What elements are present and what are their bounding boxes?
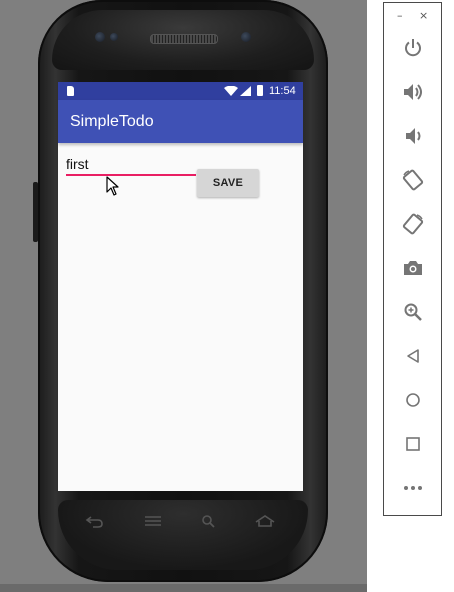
app-bar: SimpleTodo (58, 100, 303, 143)
minimize-button[interactable]: – (397, 9, 403, 22)
phone-side-button[interactable] (33, 182, 38, 242)
zoom-icon[interactable] (401, 300, 425, 324)
close-window-button[interactable]: × (419, 9, 428, 22)
camera-icon[interactable] (401, 256, 425, 280)
earpiece-speaker (150, 34, 218, 44)
phone-bottom-bezel (58, 500, 308, 570)
wifi-icon (224, 86, 238, 96)
sd-card-icon (67, 86, 74, 96)
overview-icon[interactable] (401, 432, 425, 456)
app-title: SimpleTodo (70, 113, 154, 130)
front-sensor-icon (95, 32, 105, 42)
status-bar: 11:54 (58, 82, 303, 100)
new-item-input[interactable] (66, 154, 196, 176)
battery-icon (257, 85, 263, 96)
rotate-left-icon[interactable] (401, 168, 425, 192)
hardware-search-icon[interactable] (198, 514, 220, 528)
rotate-right-icon[interactable] (401, 212, 425, 236)
signal-icon (240, 86, 251, 96)
hardware-home-icon[interactable] (254, 514, 276, 528)
status-clock: 11:54 (269, 85, 296, 97)
hardware-menu-icon[interactable] (142, 514, 164, 528)
home-icon[interactable] (401, 388, 425, 412)
more-icon[interactable] (401, 476, 425, 500)
back-icon[interactable] (401, 344, 425, 368)
volume-up-icon[interactable] (401, 80, 425, 104)
proximity-sensor-icon (110, 33, 118, 41)
power-icon[interactable] (401, 36, 425, 60)
emulator-toolbar: – × (383, 2, 442, 516)
hardware-back-icon[interactable] (84, 514, 106, 528)
save-button[interactable]: SAVE (197, 169, 259, 197)
mouse-pointer-icon (106, 176, 119, 196)
device-screen: 11:54 SimpleTodo SAVE (58, 82, 303, 491)
backdrop-bottom-strip (0, 584, 367, 592)
front-camera-icon (241, 32, 251, 42)
volume-down-icon[interactable] (401, 124, 425, 148)
